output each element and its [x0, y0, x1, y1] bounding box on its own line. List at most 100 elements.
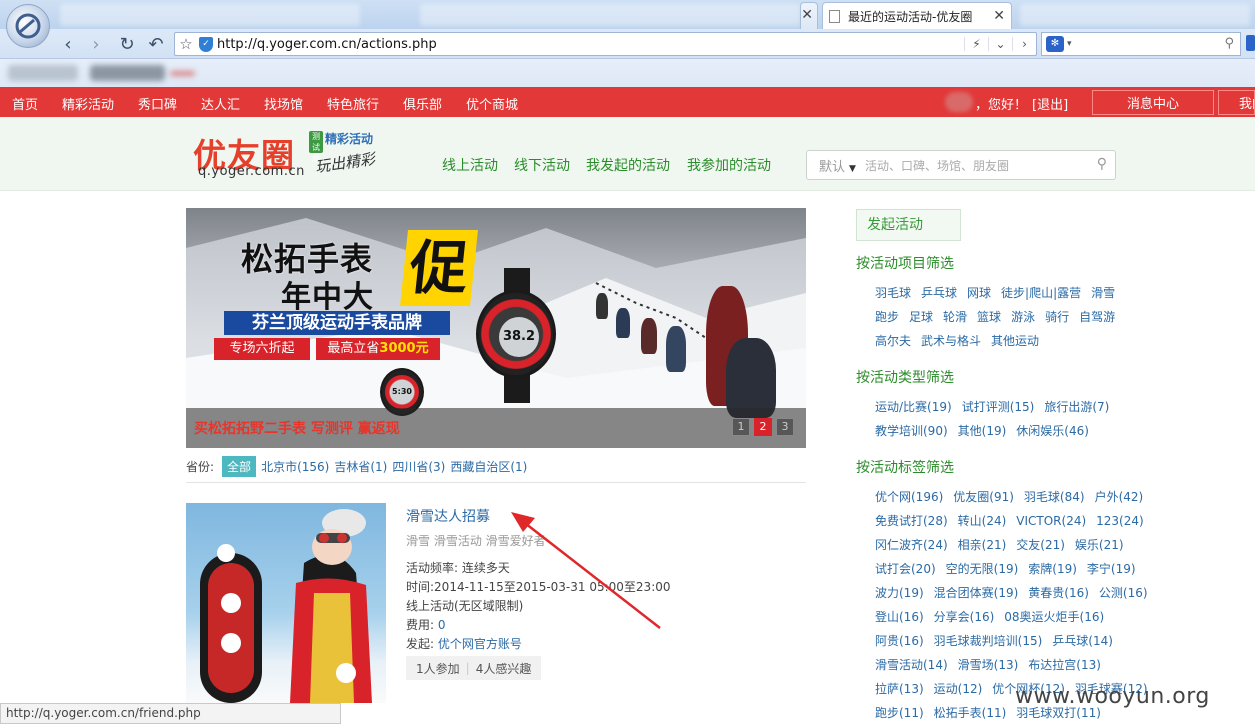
chevron-down-icon[interactable]: ⌄ — [988, 37, 1012, 51]
filter-link[interactable]: 高尔夫 — [875, 334, 911, 348]
blurred-bookmark[interactable] — [170, 71, 195, 76]
browser-logo-icon[interactable] — [6, 4, 50, 48]
province-item[interactable]: 西藏自治区(1) — [450, 458, 527, 475]
tag-link[interactable]: 羽毛球(84) — [1024, 490, 1085, 504]
tag-link[interactable]: 交友(21) — [1016, 538, 1065, 552]
filter-link[interactable]: 自驾游 — [1079, 310, 1115, 324]
filter-link[interactable]: 网球 — [967, 286, 991, 300]
tag-link[interactable]: 公测(16) — [1099, 586, 1148, 600]
tag-link[interactable]: 娱乐(21) — [1075, 538, 1124, 552]
nav-travel[interactable]: 特色旅行 — [327, 94, 379, 113]
sidebar-toggle-icon[interactable] — [1246, 35, 1255, 51]
blurred-bookmark[interactable] — [90, 65, 165, 81]
province-item[interactable]: 四川省(3) — [392, 458, 445, 475]
tag-link[interactable]: 08奥运火炬手(16) — [1004, 610, 1104, 624]
lightning-icon[interactable]: ⚡ — [964, 37, 988, 51]
tab-offline-activities[interactable]: 线下活动 — [514, 155, 570, 175]
filter-link[interactable]: 滑雪 — [1091, 286, 1115, 300]
tag-link[interactable]: 分享会(16) — [934, 610, 995, 624]
tag-link[interactable]: 空的无限(19) — [946, 562, 1019, 576]
province-all[interactable]: 全部 — [222, 456, 257, 477]
tag-link[interactable]: 跑步(11) — [875, 706, 924, 720]
search-input[interactable]: 活动、口碑、场馆、朋友圈 — [865, 157, 1009, 174]
forward-icon[interactable]: › — [85, 33, 107, 55]
activity-title[interactable]: 滑雪达人招募 — [406, 506, 490, 526]
tab-online-activities[interactable]: 线上活动 — [442, 155, 498, 175]
tag-link[interactable]: 优友圈(91) — [953, 490, 1014, 504]
prev-tab[interactable]: ✕ — [800, 2, 818, 29]
tab-my-created[interactable]: 我发起的活动 — [586, 155, 670, 175]
message-center-button[interactable]: 消息中心 — [1092, 90, 1214, 115]
filter-link[interactable]: 休闲娱乐(46) — [1016, 424, 1089, 438]
star-icon[interactable]: ☆ — [175, 35, 197, 53]
province-item[interactable]: 北京市(156) — [261, 458, 329, 475]
filter-link[interactable]: 跑步 — [875, 310, 899, 324]
search-engine-icon[interactable]: ✻ — [1046, 36, 1064, 52]
interested-count[interactable]: 4人感兴趣 — [476, 660, 532, 677]
search-icon[interactable]: ⚲ — [1097, 156, 1107, 172]
tag-link[interactable]: 滑雪场(13) — [958, 658, 1019, 672]
filter-link[interactable]: 武术与格斗 — [921, 334, 981, 348]
tag-link[interactable]: 松拓手表(11) — [934, 706, 1007, 720]
filter-link[interactable]: 旅行出游(7) — [1044, 400, 1109, 414]
blurred-bookmark[interactable] — [8, 65, 78, 81]
browser-search-box[interactable]: ✻ ▾ ⚲ — [1041, 32, 1241, 56]
url-text[interactable]: http://q.yoger.com.cn/actions.php — [217, 37, 437, 52]
filter-link[interactable]: 羽毛球 — [875, 286, 911, 300]
tag-link[interactable]: 相亲(21) — [958, 538, 1007, 552]
undo-icon[interactable]: ↶ — [145, 33, 167, 55]
nav-clubs[interactable]: 俱乐部 — [403, 94, 442, 113]
nav-activities[interactable]: 精彩活动 — [62, 94, 114, 113]
tag-link[interactable]: 户外(42) — [1095, 490, 1144, 504]
filter-link[interactable]: 骑行 — [1045, 310, 1069, 324]
close-icon[interactable]: ✕ — [801, 7, 813, 23]
tag-link[interactable]: 运动(12) — [934, 682, 983, 696]
filter-link[interactable]: 足球 — [909, 310, 933, 324]
host-link[interactable]: 优个网官方账号 — [438, 637, 522, 651]
province-item[interactable]: 吉林省(1) — [334, 458, 387, 475]
filter-link[interactable]: 教学培训(90) — [875, 424, 948, 438]
logout-link[interactable]: [退出] — [1032, 94, 1068, 113]
tag-link[interactable]: VICTOR(24) — [1016, 514, 1086, 528]
tag-link[interactable]: 拉萨(13) — [875, 682, 924, 696]
joined-count[interactable]: 1人参加 — [416, 660, 460, 677]
tag-link[interactable]: 转山(24) — [958, 514, 1007, 528]
banner-caption[interactable]: 买松拓拓野二手表 写测评 赢返现 — [194, 418, 400, 438]
promo-banner[interactable]: 松拓手表 年中大 促 芬兰顶级运动手表品牌 专场六折起 最高立省3000元 38… — [186, 208, 806, 448]
tag-link[interactable]: 滑雪活动(14) — [875, 658, 948, 672]
filter-link[interactable]: 乒乓球 — [921, 286, 957, 300]
nav-experts[interactable]: 达人汇 — [201, 94, 240, 113]
slide-dot[interactable]: 3 — [776, 418, 794, 436]
tag-link[interactable]: 优个网(196) — [875, 490, 943, 504]
tag-link[interactable]: 冈仁波齐(24) — [875, 538, 948, 552]
filter-link[interactable]: 轮滑 — [943, 310, 967, 324]
tag-link[interactable]: 羽毛球裁判培训(15) — [934, 634, 1043, 648]
filter-link[interactable]: 游泳 — [1011, 310, 1035, 324]
search-icon[interactable]: ⚲ — [1224, 36, 1234, 51]
tag-link[interactable]: 试打会(20) — [875, 562, 936, 576]
tag-link[interactable]: 波力(19) — [875, 586, 924, 600]
search-scope-select[interactable]: 默认 ▼ — [807, 156, 865, 175]
tag-link[interactable]: 乒乓球(14) — [1052, 634, 1113, 648]
tag-link[interactable]: 免费试打(28) — [875, 514, 948, 528]
tag-link[interactable]: 登山(16) — [875, 610, 924, 624]
refresh-icon[interactable]: ↻ — [116, 33, 138, 55]
filter-link[interactable]: 运动/比赛(19) — [875, 400, 952, 414]
tag-link[interactable]: 阿贵(16) — [875, 634, 924, 648]
slide-dot[interactable]: 1 — [732, 418, 750, 436]
site-search[interactable]: 默认 ▼ 活动、口碑、场馆、朋友圈 ⚲ — [806, 150, 1116, 180]
tag-link[interactable]: 混合团体赛(19) — [934, 586, 1019, 600]
my-account-button[interactable]: 我的 — [1218, 90, 1255, 115]
activity-photo[interactable] — [186, 503, 386, 703]
close-icon[interactable]: ✕ — [993, 8, 1005, 24]
filter-link[interactable]: 其他(19) — [958, 424, 1007, 438]
nav-reviews[interactable]: 秀口碑 — [138, 94, 177, 113]
filter-link[interactable]: 试打评测(15) — [962, 400, 1035, 414]
filter-link[interactable]: 徒步|爬山|露营 — [1001, 286, 1081, 300]
tag-link[interactable]: 布达拉宫(13) — [1028, 658, 1101, 672]
tag-link[interactable]: 黄春贵(16) — [1028, 586, 1089, 600]
nav-home[interactable]: 首页 — [12, 94, 38, 113]
filter-link[interactable]: 其他运动 — [991, 334, 1039, 348]
chevron-right-icon[interactable]: › — [1012, 37, 1036, 51]
tag-link[interactable]: 索牌(19) — [1028, 562, 1077, 576]
